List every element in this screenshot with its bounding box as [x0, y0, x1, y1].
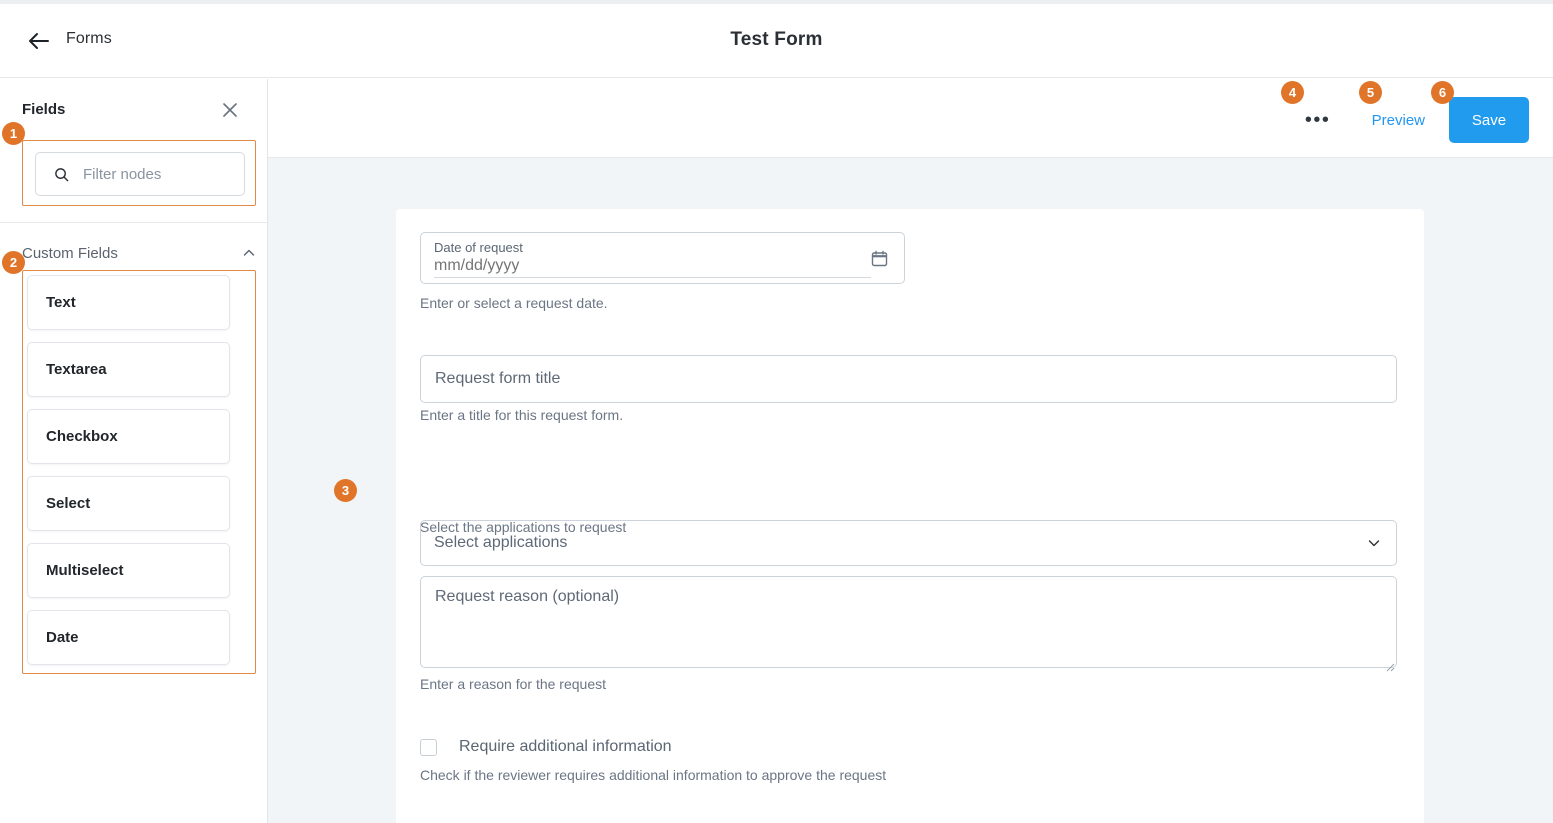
search-input[interactable]: [83, 165, 223, 183]
require-additional-information-helper: Check if the reviewer requires additiona…: [420, 767, 887, 783]
sidebar-title: Fields: [22, 101, 66, 118]
custom-fields-highlight-zone: Text Textarea Checkbox Select Multiselec…: [22, 270, 256, 674]
form-preview-card: Date of request Enter or select a reques…: [396, 209, 1424, 823]
require-additional-information-checkbox[interactable]: [420, 738, 437, 756]
request-form-title-helper: Enter a title for this request form.: [420, 407, 624, 423]
sidebar-divider: [0, 222, 267, 223]
annotation-badge-4: 4: [1281, 81, 1304, 104]
chevron-up-icon[interactable]: [242, 246, 256, 260]
close-icon[interactable]: [221, 101, 239, 119]
field-card-select[interactable]: Select: [27, 476, 230, 531]
select-applications-helper: Select the applications to request: [420, 519, 627, 535]
annotation-badge-2: 2: [2, 251, 25, 274]
request-reason-textarea[interactable]: [420, 576, 1397, 668]
select-applications-value: Select applications: [434, 534, 568, 551]
date-of-request-input[interactable]: [434, 257, 871, 278]
field-card-label: Textarea: [46, 361, 107, 378]
date-of-request-helper: Enter or select a request date.: [420, 295, 608, 311]
field-card-checkbox[interactable]: Checkbox: [27, 409, 230, 464]
field-card-label: Date: [46, 629, 79, 646]
annotation-badge-6: 6: [1431, 81, 1454, 104]
save-button[interactable]: Save: [1449, 97, 1529, 143]
editor-pane: ••• Preview Save Date of request mm/dd/y…: [268, 79, 1553, 823]
annotation-badge-5: 5: [1359, 81, 1382, 104]
toolbar-actions: ••• Preview Save: [1296, 97, 1529, 143]
field-card-text[interactable]: Text: [27, 275, 230, 330]
request-form-title-input[interactable]: [420, 355, 1397, 403]
chevron-down-icon[interactable]: [1367, 536, 1381, 550]
custom-fields-group-label: Custom Fields: [22, 244, 118, 262]
field-card-label: Text: [46, 294, 76, 311]
field-card-label: Multiselect: [46, 562, 124, 579]
search-highlight-zone: [22, 140, 256, 206]
field-card-date[interactable]: Date: [27, 610, 230, 665]
sidebar-header: Fields: [0, 79, 267, 136]
preview-button[interactable]: Preview: [1372, 112, 1425, 129]
more-horizontal-icon[interactable]: •••: [1296, 98, 1340, 142]
custom-fields-group-header[interactable]: Custom Fields: [22, 242, 256, 264]
field-card-textarea[interactable]: Textarea: [27, 342, 230, 397]
field-card-label: Checkbox: [46, 428, 118, 445]
field-card-label: Select: [46, 495, 91, 512]
calendar-icon[interactable]: [870, 249, 889, 268]
search-icon: [54, 167, 69, 182]
request-reason-helper: Enter a reason for the request: [420, 676, 606, 692]
app-header: Forms Test Form: [0, 4, 1553, 78]
search-box[interactable]: [35, 152, 245, 196]
annotation-badge-1: 1: [2, 122, 25, 145]
require-additional-information-row[interactable]: Require additional information: [420, 738, 672, 756]
form-canvas[interactable]: Date of request Enter or select a reques…: [268, 157, 1553, 823]
page-title: Test Form: [730, 29, 823, 50]
date-of-request-label: Date of request: [434, 240, 523, 255]
app-root: Forms Test Form Fields Filter nodes Cust…: [0, 0, 1553, 823]
require-additional-information-label[interactable]: Require additional information: [459, 738, 672, 756]
annotation-badge-3: 3: [334, 479, 357, 502]
field-card-multiselect[interactable]: Multiselect: [27, 543, 230, 598]
date-of-request-field[interactable]: Date of request: [420, 232, 905, 284]
fields-sidebar: Fields Custom Fields: [0, 79, 268, 823]
request-reason-wrapper: [420, 576, 1397, 673]
